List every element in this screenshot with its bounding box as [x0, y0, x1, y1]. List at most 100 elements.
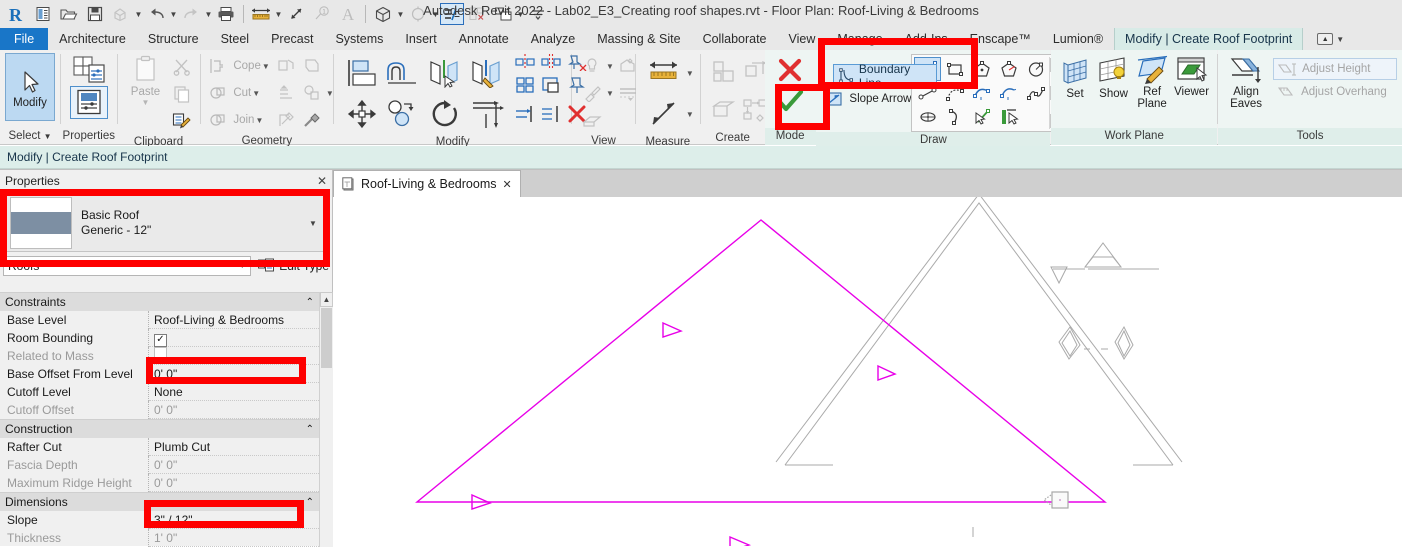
ribbon-minimize-caret-icon[interactable]: ▼ [1336, 35, 1344, 44]
table-row[interactable]: Slope 3" / 12" [0, 511, 319, 529]
param-value[interactable]: ✓ [149, 329, 319, 347]
properties-close-icon[interactable]: ✕ [317, 174, 327, 188]
category-combobox[interactable]: Roofs ▼ [3, 255, 252, 276]
rectangle-icon [946, 63, 963, 76]
tab-view[interactable]: View [778, 28, 827, 50]
cancel-edit-mode-button[interactable] [770, 54, 810, 86]
tab-lumion[interactable]: Lumion® [1042, 28, 1114, 50]
param-value-base-offset[interactable]: 0' 0" [149, 365, 319, 383]
draw-rectangle-button[interactable] [941, 57, 968, 81]
type-selector-caret-icon[interactable]: ▼ [304, 219, 322, 228]
slope-arrow-button[interactable]: Slope Arrow [821, 87, 911, 111]
type-selector[interactable]: Basic Roof Generic - 12" ▼ [6, 194, 326, 252]
collapse-icon-construction[interactable]: ⌃ [306, 424, 314, 435]
ribbon-minimize-icon[interactable]: ▲ [1317, 33, 1334, 45]
ref-plane-button[interactable]: Ref Plane [1133, 53, 1171, 110]
param-value[interactable]: None [149, 383, 319, 401]
tab-massing-site[interactable]: Massing & Site [586, 28, 691, 50]
tab-add-ins[interactable]: Add-Ins [894, 28, 959, 50]
tab-enscape[interactable]: Enscape™ [959, 28, 1042, 50]
view-control-widget[interactable] [1042, 491, 1069, 509]
align-eaves-button[interactable]: Align Eaves [1223, 53, 1269, 110]
param-name: Slope [0, 511, 149, 529]
room-bounding-checkbox[interactable]: ✓ [154, 333, 167, 347]
draw-spline-button[interactable] [1022, 81, 1049, 105]
tab-analyze[interactable]: Analyze [520, 28, 586, 50]
split-face-icon [305, 59, 319, 72]
edit-type-icon [258, 258, 275, 272]
measure-along-caret-icon[interactable]: ▼ [685, 110, 695, 119]
tab-architecture[interactable]: Architecture [48, 28, 137, 50]
view-tab-close-icon[interactable]: ✕ [502, 178, 511, 191]
properties-scrollbar[interactable]: ▲ [319, 292, 333, 547]
param-value-slope[interactable]: 3" / 12" [149, 511, 319, 529]
table-row[interactable]: Cutoff Level None [0, 383, 319, 401]
collapse-icon-dimensions[interactable]: ⌃ [306, 497, 314, 508]
modify-button[interactable]: Modify [5, 53, 55, 121]
offset-button[interactable] [382, 53, 424, 93]
properties-scroll-up-icon[interactable]: ▲ [320, 292, 333, 307]
draw-inscribed-polygon-button[interactable] [968, 57, 995, 81]
measure-between-references-button[interactable] [643, 53, 685, 93]
copy-move-button[interactable] [382, 94, 424, 134]
tab-modify-create-roof-footprint[interactable]: Modify | Create Roof Footprint [1114, 28, 1304, 50]
draw-tangent-end-arc-button[interactable] [995, 81, 1022, 105]
table-row[interactable]: Rafter Cut Plumb Cut [0, 438, 319, 456]
draw-pick-lines-button[interactable] [968, 105, 995, 129]
tab-annotate[interactable]: Annotate [448, 28, 520, 50]
draw-center-ends-arc-button[interactable] [968, 81, 995, 105]
show-work-plane-button[interactable]: Show [1094, 53, 1133, 100]
properties-button[interactable] [69, 86, 108, 119]
draw-circle-button[interactable] [1022, 57, 1049, 81]
draw-circumscribed-polygon-button[interactable] [995, 57, 1022, 81]
parameter-group-dimensions[interactable]: Dimensions ⌃ [0, 492, 319, 511]
tab-manage[interactable]: Manage [826, 28, 893, 50]
tab-precast[interactable]: Precast [260, 28, 324, 50]
edit-type-button[interactable]: Edit Type [251, 258, 329, 273]
collapse-icon-constraints[interactable]: ⌃ [306, 297, 314, 308]
match-type-properties-button[interactable] [169, 108, 195, 134]
trim-extend-multiple-button[interactable] [538, 101, 564, 127]
set-work-plane-button[interactable]: Set [1056, 53, 1094, 100]
tab-insert[interactable]: Insert [394, 28, 447, 50]
ribbon-minimize-control[interactable]: ▲ ▼ [1303, 28, 1344, 50]
rotate-button[interactable] [424, 94, 466, 134]
trim-extend-button[interactable] [466, 94, 508, 134]
align-button[interactable] [342, 53, 382, 93]
tab-file[interactable]: File [0, 28, 49, 50]
draw-start-end-radius-arc-button[interactable] [941, 81, 968, 105]
measure-along-element-button[interactable] [643, 94, 685, 134]
drawing-canvas[interactable] [333, 197, 1402, 546]
table-row[interactable]: Base Offset From Level 0' 0" [0, 365, 319, 383]
inscribed-polygon-icon [974, 61, 990, 77]
type-properties-button[interactable] [70, 53, 108, 86]
param-value[interactable]: Plumb Cut [149, 438, 319, 456]
finish-edit-mode-button[interactable] [770, 86, 810, 116]
hammer-button[interactable] [299, 107, 325, 133]
draw-pick-walls-button[interactable] [995, 105, 1022, 129]
move-button[interactable] [342, 94, 382, 134]
category-caret-icon[interactable]: ▼ [238, 261, 246, 270]
boundary-line-button[interactable]: Boundary Line [833, 62, 937, 90]
work-plane-viewer-button[interactable]: Viewer [1171, 53, 1212, 98]
table-row[interactable]: Room Bounding ✓ [0, 329, 319, 347]
param-value[interactable]: Roof-Living & Bedrooms [149, 311, 319, 329]
parameter-group-constraints[interactable]: Constraints ⌃ [0, 292, 319, 311]
measure-caret-ribbon-icon[interactable]: ▼ [685, 69, 695, 78]
trim-extend-single-button[interactable] [512, 101, 538, 127]
tab-collaborate[interactable]: Collaborate [692, 28, 778, 50]
ribbon-panel-view: ▼ ▼ View [572, 50, 636, 147]
mirror-draw-axis-button[interactable] [466, 53, 508, 93]
sketch-control-arrows[interactable] [471, 321, 897, 546]
properties-scroll-thumb[interactable] [321, 308, 332, 368]
tab-systems[interactable]: Systems [324, 28, 394, 50]
parameter-group-construction[interactable]: Construction ⌃ [0, 419, 319, 438]
table-row[interactable]: Base Level Roof-Living & Bedrooms [0, 311, 319, 329]
mirror-pick-axis-button[interactable] [424, 53, 466, 93]
view-tab-roof-living-bedrooms[interactable]: Roof-Living & Bedrooms ✕ [333, 170, 521, 197]
draw-partial-ellipse-button[interactable] [941, 105, 968, 129]
tab-steel[interactable]: Steel [210, 28, 261, 50]
tab-structure[interactable]: Structure [137, 28, 210, 50]
draw-ellipse-button[interactable] [914, 105, 941, 129]
roof-footprint-sketch[interactable] [415, 219, 1107, 503]
